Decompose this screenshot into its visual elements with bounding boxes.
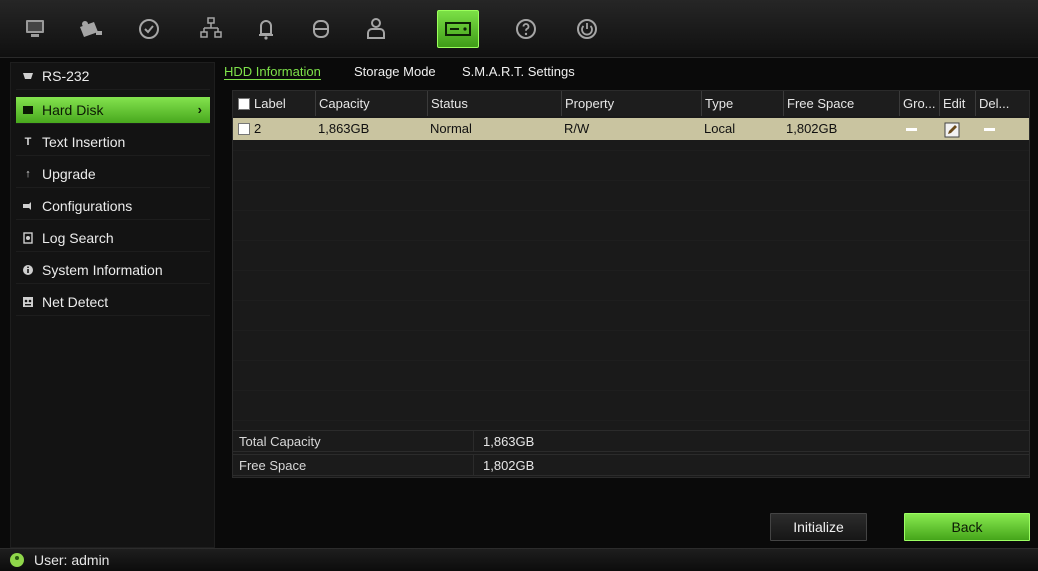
- row-checkbox[interactable]: [238, 122, 250, 135]
- group-dash-icon[interactable]: [906, 128, 917, 132]
- divider: [473, 455, 474, 475]
- free-space-label: Free Space: [239, 458, 307, 473]
- header-capacity[interactable]: Capacity: [315, 91, 427, 116]
- select-all-checkbox[interactable]: [238, 97, 250, 110]
- serial-port-icon: [22, 70, 34, 82]
- log-icon: [22, 232, 34, 244]
- total-capacity-value: 1,863GB: [483, 434, 535, 449]
- sidebar-item-label: Text Insertion: [42, 134, 126, 150]
- camera-icon[interactable]: [70, 10, 112, 48]
- cell-free-space: 1,802GB: [786, 121, 838, 136]
- sidebar-item-text-insertion[interactable]: T Text Insertion: [16, 129, 210, 156]
- cell-group[interactable]: [903, 118, 939, 140]
- display-icon[interactable]: [14, 10, 56, 48]
- sidebar-item-label: Upgrade: [42, 166, 96, 182]
- cell-status: Normal: [430, 121, 472, 136]
- divider: [473, 431, 474, 451]
- alarm-bell-icon[interactable]: [245, 10, 287, 48]
- sidebar-item-label: Net Detect: [42, 294, 109, 310]
- user-status-icon: [10, 553, 24, 567]
- net-icon: [22, 296, 34, 308]
- status-bar: User: admin: [0, 548, 1038, 571]
- current-user: User: admin: [34, 552, 110, 568]
- header-type[interactable]: Type: [701, 91, 783, 116]
- sidebar-item-label: Log Search: [42, 230, 114, 246]
- sidebar-item-label: RS-232: [42, 68, 90, 84]
- total-capacity-label: Total Capacity: [239, 434, 321, 449]
- info-icon: [22, 264, 34, 276]
- cell-capacity: 1,863GB: [318, 121, 370, 136]
- sidebar-item-label: Configurations: [42, 198, 133, 214]
- main-panel: HDD Information Storage Mode S.M.A.R.T. …: [216, 60, 1038, 548]
- user-icon[interactable]: [355, 10, 397, 48]
- sidebar-item-log-search[interactable]: Log Search: [16, 225, 210, 252]
- text-icon: T: [24, 136, 32, 148]
- table-row[interactable]: 2 1,863GB Normal R/W Local 1,802GB: [233, 118, 1029, 140]
- sidebar-item-upgrade[interactable]: ↑ Upgrade: [16, 161, 210, 188]
- delete-dash-icon[interactable]: [984, 128, 995, 132]
- config-icon: [22, 200, 34, 212]
- header-free-space[interactable]: Free Space: [783, 91, 899, 116]
- cell-delete[interactable]: [981, 118, 1021, 140]
- header-label[interactable]: Label: [235, 91, 315, 116]
- network-icon[interactable]: [190, 10, 232, 48]
- record-icon[interactable]: [128, 10, 170, 48]
- back-button[interactable]: Back: [904, 513, 1030, 541]
- sidebar-item-net-detect[interactable]: Net Detect: [16, 289, 210, 316]
- header-edit[interactable]: Edit: [939, 91, 975, 116]
- storage-icon[interactable]: [437, 10, 479, 48]
- header-status[interactable]: Status: [427, 91, 561, 116]
- chevron-right-icon: ›: [197, 102, 202, 117]
- upgrade-icon: ↑: [25, 168, 31, 180]
- header-group[interactable]: Gro...: [899, 91, 939, 116]
- tab-smart-settings[interactable]: S.M.A.R.T. Settings: [462, 64, 575, 79]
- cell-label: 2: [235, 118, 315, 140]
- cell-type: Local: [704, 121, 736, 136]
- edit-icon[interactable]: [944, 122, 960, 138]
- tab-storage-mode[interactable]: Storage Mode: [354, 64, 436, 79]
- sidebar-item-rs232[interactable]: RS-232: [16, 63, 210, 90]
- table-header: Label Capacity Status Property Type Free…: [233, 91, 1029, 116]
- device-icon[interactable]: [300, 10, 342, 48]
- power-icon[interactable]: [566, 10, 608, 48]
- sidebar-item-label: System Information: [42, 262, 163, 278]
- hard-disk-icon: [22, 104, 34, 116]
- hdd-table: Label Capacity Status Property Type Free…: [232, 90, 1030, 478]
- header-property[interactable]: Property: [561, 91, 701, 116]
- cell-edit[interactable]: [941, 118, 975, 140]
- sidebar-item-label: Hard Disk: [42, 102, 104, 118]
- free-space-row: Free Space 1,802GB: [232, 454, 1030, 476]
- sidebar-item-hard-disk[interactable]: Hard Disk ›: [16, 97, 210, 124]
- cell-property: R/W: [564, 121, 590, 136]
- free-space-value: 1,802GB: [483, 458, 535, 473]
- sidebar-item-system-information[interactable]: System Information: [16, 257, 210, 284]
- header-delete[interactable]: Del...: [975, 91, 1029, 116]
- sidebar-item-configurations[interactable]: Configurations: [16, 193, 210, 220]
- total-capacity-row: Total Capacity 1,863GB: [232, 430, 1030, 452]
- top-toolbar: [0, 0, 1038, 58]
- sidebar: RS-232 Hard Disk › T Text Insertion ↑ Up…: [10, 62, 215, 548]
- initialize-button[interactable]: Initialize: [770, 513, 867, 541]
- help-icon[interactable]: [505, 10, 547, 48]
- tab-hdd-information[interactable]: HDD Information: [224, 64, 321, 80]
